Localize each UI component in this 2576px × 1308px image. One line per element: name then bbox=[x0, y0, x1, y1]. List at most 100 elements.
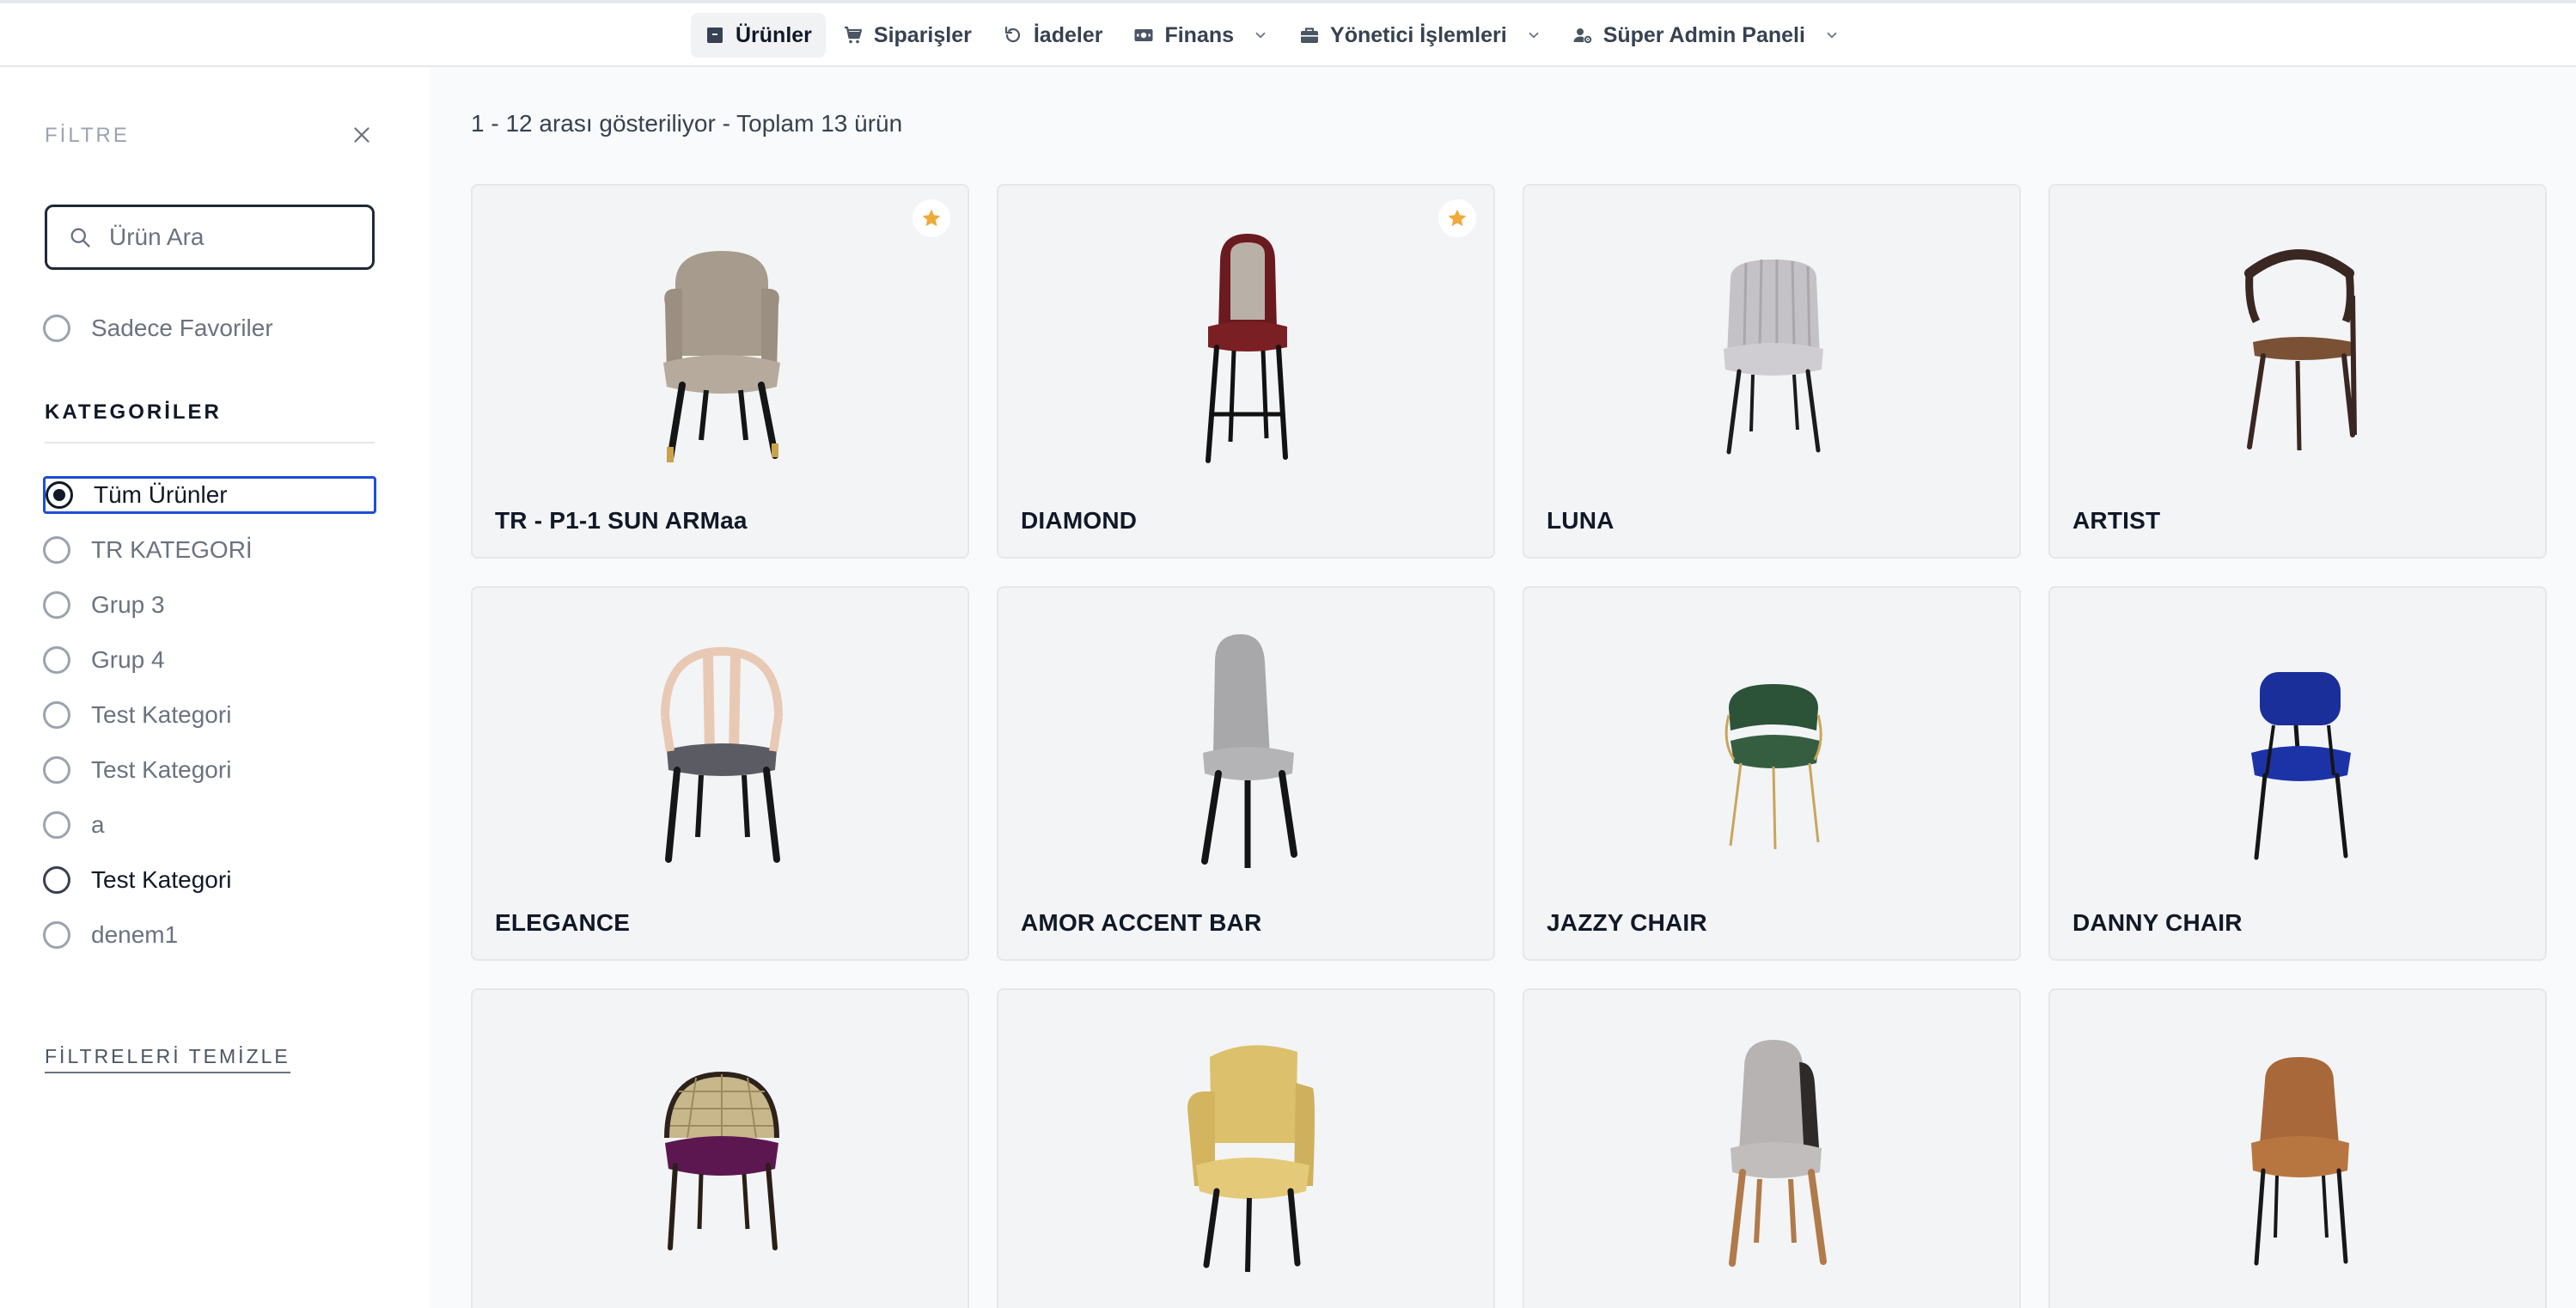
product-image bbox=[593, 1014, 851, 1280]
product-image bbox=[1645, 1014, 1902, 1280]
product-image bbox=[1119, 210, 1377, 476]
nav-item-orders[interactable]: Siparişler bbox=[829, 13, 986, 58]
nav-item-finance[interactable]: Finans bbox=[1120, 13, 1282, 58]
category-label: Tüm Ürünler bbox=[94, 481, 228, 508]
product-image bbox=[1119, 1014, 1377, 1280]
product-name: DANNY CHAIR bbox=[2072, 909, 2243, 936]
category-radio[interactable] bbox=[43, 811, 70, 839]
product-image bbox=[593, 210, 851, 476]
product-name: DIAMOND bbox=[1021, 507, 1138, 534]
product-card[interactable]: LUNA bbox=[1523, 184, 2021, 559]
category-label: TR KATEGORİ bbox=[91, 536, 253, 563]
money-icon bbox=[1133, 25, 1154, 46]
category-label: Test Kategori bbox=[91, 866, 232, 893]
category-option[interactable]: Tüm Ürünler bbox=[43, 476, 376, 514]
product-image bbox=[2170, 210, 2428, 476]
category-option[interactable]: denem1 bbox=[43, 916, 376, 954]
nav-item-returns[interactable]: İadeler bbox=[989, 13, 1117, 58]
product-card[interactable]: ELEGANCE bbox=[471, 586, 969, 961]
product-grid: TR - P1-1 SUN ARMaa DIAMOND LUNA ARTIST … bbox=[471, 184, 2547, 1308]
chevron-down-icon bbox=[1253, 28, 1268, 43]
product-list-area: 1 - 12 arası gösteriliyor - Toplam 13 ür… bbox=[430, 67, 2576, 1308]
close-filter-button[interactable] bbox=[347, 120, 376, 150]
product-image bbox=[1119, 612, 1377, 878]
categories-divider bbox=[45, 442, 375, 443]
cart-icon bbox=[843, 25, 864, 46]
nav-item-products-label: Ürünler bbox=[736, 22, 812, 47]
product-image bbox=[1645, 210, 1902, 476]
favorite-star-button[interactable] bbox=[1438, 199, 1476, 237]
category-label: Grup 3 bbox=[91, 591, 165, 618]
category-radio[interactable] bbox=[43, 921, 70, 949]
product-card[interactable] bbox=[997, 988, 1495, 1308]
product-search-input[interactable] bbox=[109, 223, 350, 251]
nav-item-products[interactable]: Ürünler bbox=[691, 13, 826, 58]
product-card[interactable]: DIAMOND bbox=[997, 184, 1495, 559]
product-image bbox=[2170, 1014, 2428, 1280]
product-name: AMOR ACCENT BAR bbox=[1021, 909, 1262, 936]
nav-item-returns-label: İadeler bbox=[1033, 22, 1103, 47]
undo-icon bbox=[1003, 25, 1023, 46]
search-icon bbox=[68, 225, 92, 249]
product-card[interactable]: JAZZY CHAIR bbox=[1523, 586, 2021, 961]
product-image bbox=[593, 612, 851, 878]
product-card[interactable]: ARTIST bbox=[2048, 184, 2547, 559]
top-navbar: Ürünler Siparişler İadeler Finans Yöneti… bbox=[0, 0, 2576, 67]
product-image bbox=[1645, 612, 1902, 878]
category-option[interactable]: Test Kategori bbox=[43, 696, 376, 734]
filter-sidebar: FİLTRE Sadece Favoriler KATEGORİLER Tüm … bbox=[0, 67, 430, 1308]
product-card[interactable]: TR - P1-1 SUN ARMaa bbox=[471, 184, 969, 559]
product-card[interactable] bbox=[1523, 988, 2021, 1308]
main-nav: Ürünler Siparişler İadeler Finans Yöneti… bbox=[691, 13, 1853, 58]
category-radio[interactable] bbox=[43, 536, 70, 564]
category-radio[interactable] bbox=[46, 481, 73, 509]
category-label: Test Kategori bbox=[91, 756, 232, 783]
product-name: ARTIST bbox=[2072, 507, 2161, 534]
briefcase-icon bbox=[1299, 25, 1320, 46]
category-option[interactable]: Test Kategori bbox=[43, 751, 376, 789]
category-option[interactable]: Test Kategori bbox=[43, 861, 376, 899]
category-option[interactable]: Grup 4 bbox=[43, 641, 376, 679]
nav-item-super-admin-label: Süper Admin Paneli bbox=[1602, 22, 1805, 47]
product-card[interactable]: AMOR ACCENT BAR bbox=[997, 586, 1495, 961]
favorites-radio[interactable] bbox=[43, 315, 70, 342]
nav-item-orders-label: Siparişler bbox=[873, 22, 972, 47]
category-radio[interactable] bbox=[43, 756, 70, 784]
product-name: TR - P1-1 SUN ARMaa bbox=[495, 507, 748, 534]
category-option[interactable]: a bbox=[43, 806, 376, 844]
clear-filters-link[interactable]: FİLTRELERİ TEMİZLE bbox=[45, 1045, 290, 1073]
product-card[interactable] bbox=[2048, 988, 2547, 1308]
star-icon bbox=[1448, 209, 1467, 227]
product-image bbox=[2170, 612, 2428, 878]
category-label: denem1 bbox=[91, 921, 179, 948]
chevron-down-icon bbox=[1824, 28, 1840, 43]
chevron-down-icon bbox=[1526, 28, 1541, 43]
categories-title: KATEGORİLER bbox=[45, 400, 222, 424]
product-name: LUNA bbox=[1547, 507, 1615, 534]
category-radio[interactable] bbox=[43, 646, 70, 674]
favorite-star-button[interactable] bbox=[913, 199, 950, 237]
nav-item-admin-actions-label: Yönetici İşlemleri bbox=[1330, 22, 1507, 47]
star-icon bbox=[922, 209, 941, 227]
product-card[interactable] bbox=[471, 988, 969, 1308]
category-option[interactable]: Grup 3 bbox=[43, 586, 376, 624]
nav-item-super-admin[interactable]: Süper Admin Paneli bbox=[1559, 13, 1853, 58]
product-search-box[interactable] bbox=[45, 205, 375, 270]
package-icon bbox=[705, 25, 725, 46]
nav-item-admin-actions[interactable]: Yönetici İşlemleri bbox=[1285, 13, 1555, 58]
category-radio[interactable] bbox=[43, 701, 70, 729]
favorites-label: Sadece Favoriler bbox=[91, 315, 273, 341]
category-radio[interactable] bbox=[43, 866, 70, 894]
product-name: JAZZY CHAIR bbox=[1547, 909, 1707, 936]
nav-item-finance-label: Finans bbox=[1164, 22, 1235, 47]
favorites-only-option[interactable]: Sadece Favoriler bbox=[43, 309, 376, 347]
category-radio[interactable] bbox=[43, 591, 70, 619]
filter-title: FİLTRE bbox=[45, 124, 130, 147]
result-count-text: 1 - 12 arası gösteriliyor - Toplam 13 ür… bbox=[471, 110, 903, 137]
category-label: Test Kategori bbox=[91, 701, 232, 728]
product-card[interactable]: DANNY CHAIR bbox=[2048, 586, 2547, 961]
product-name: ELEGANCE bbox=[495, 909, 631, 936]
category-option[interactable]: TR KATEGORİ bbox=[43, 531, 376, 569]
user-cog-icon bbox=[1572, 25, 1593, 46]
category-label: Grup 4 bbox=[91, 646, 165, 673]
